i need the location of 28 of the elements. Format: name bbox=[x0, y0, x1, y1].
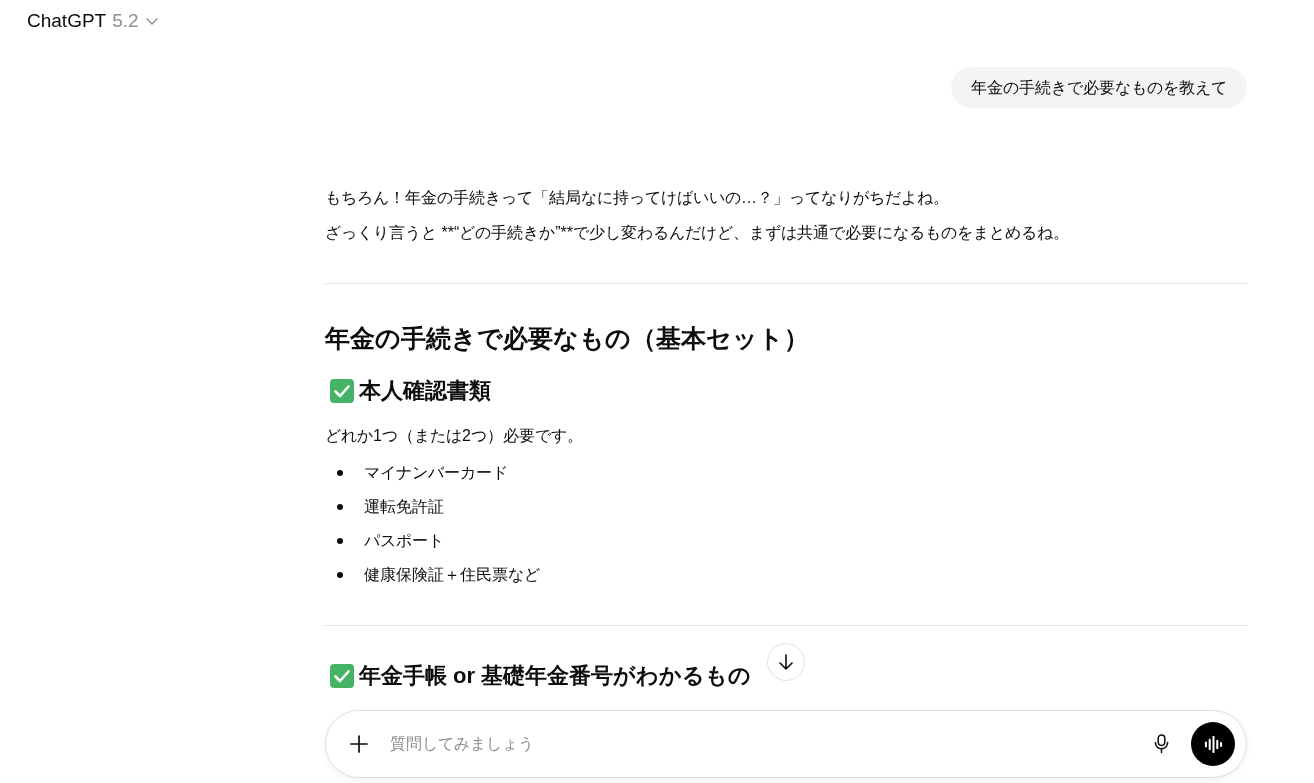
list-item: 健康保険証＋住民票など bbox=[364, 565, 540, 585]
subsection-heading: 年金手帳 or 基礎年金番号がわかるもの bbox=[359, 662, 752, 690]
bullet-icon bbox=[337, 538, 343, 544]
waveform-icon bbox=[1203, 735, 1223, 753]
message-input[interactable]: 質問してみましょう bbox=[390, 729, 1150, 759]
add-button[interactable] bbox=[348, 733, 370, 755]
chevron-down-icon bbox=[145, 17, 158, 25]
response-paragraph: ざっくり言うと **“どの手続きか”**で少し変わるんだけど、まずは共通で必要になるものをまとめるね。 bbox=[325, 223, 1070, 243]
microphone-icon bbox=[1152, 734, 1170, 754]
response-paragraph: もちろん！年金の手続きって「結局なに持ってけばいいの…？」ってなりがちだよね。 bbox=[325, 188, 950, 208]
bullet-icon bbox=[337, 470, 343, 476]
bullet-icon bbox=[337, 572, 343, 578]
voice-mode-button[interactable] bbox=[1191, 722, 1235, 766]
bullet-icon bbox=[337, 504, 343, 510]
user-message-bubble: 年金の手続きで必要なものを教えて bbox=[951, 67, 1247, 108]
section-heading: 年金の手続きで必要なもの（基本セット） bbox=[325, 323, 810, 354]
plus-icon bbox=[350, 735, 368, 753]
list-item: パスポート bbox=[364, 531, 444, 551]
list-item: マイナンバーカード bbox=[364, 463, 508, 483]
list-item: 運転免許証 bbox=[364, 497, 444, 517]
subsection-heading: 本人確認書類 bbox=[359, 377, 491, 405]
checkmark-icon bbox=[330, 664, 354, 688]
arrow-down-icon bbox=[777, 653, 795, 671]
message-composer[interactable]: 質問してみましょう bbox=[325, 710, 1247, 778]
scroll-down-button[interactable] bbox=[767, 643, 805, 681]
model-selector-button[interactable]: ChatGPT 5.2 bbox=[20, 6, 165, 36]
checkmark-icon bbox=[330, 379, 354, 403]
response-paragraph: どれか1つ（または2つ）必要です。 bbox=[325, 426, 584, 446]
